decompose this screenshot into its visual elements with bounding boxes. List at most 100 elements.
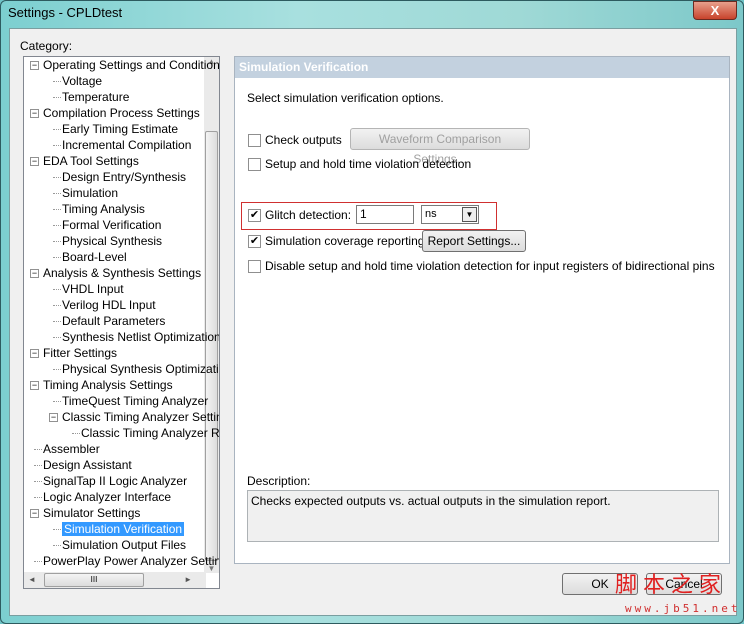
tree-item[interactable]: Timing Analysis Settings xyxy=(43,377,173,393)
tree-item[interactable]: Design Entry/Synthesis xyxy=(62,169,186,185)
report-settings-button[interactable]: Report Settings... xyxy=(422,230,526,252)
tree-item[interactable]: Classic Timing Analyzer Settings xyxy=(62,409,220,425)
tree-connector xyxy=(53,209,61,210)
intro-text: Select simulation verification options. xyxy=(247,91,444,105)
tree-item[interactable]: Classic Timing Analyzer Reports xyxy=(81,425,220,441)
tree-item[interactable]: Verilog HDL Input xyxy=(62,297,156,313)
tree-item[interactable]: Simulation Verification xyxy=(62,521,185,537)
watermark-logo: 脚本之家 xyxy=(615,573,728,598)
tree-item[interactable]: SignalTap II Logic Analyzer xyxy=(43,473,187,489)
tree-item-label: VHDL Input xyxy=(62,282,124,296)
tree-item-label: Logic Analyzer Interface xyxy=(43,490,172,504)
coverage-label: Simulation coverage reporting xyxy=(265,234,425,248)
tree-item[interactable]: TimeQuest Timing Analyzer xyxy=(62,393,208,409)
tree-item-label: Operating Settings and Conditions xyxy=(43,58,220,72)
tree-item[interactable]: Analysis & Synthesis Settings xyxy=(43,265,201,281)
disable-bidir-label: Disable setup and hold time violation de… xyxy=(265,259,715,273)
tree-connector xyxy=(53,321,61,322)
tree-item-label: Physical Synthesis Optimizations xyxy=(62,362,219,376)
close-button[interactable]: X xyxy=(693,1,737,20)
tree-item[interactable]: Early Timing Estimate xyxy=(62,121,178,137)
tree-item[interactable]: Voltage xyxy=(62,73,102,89)
tree-item-label: Compilation Process Settings xyxy=(43,106,200,120)
tree-item[interactable]: Fitter Settings xyxy=(43,345,117,361)
tree-item[interactable]: Design Assistant xyxy=(43,457,132,473)
vertical-scrollbar[interactable]: ▲ ▼ xyxy=(204,57,219,573)
check-outputs-label: Check outputs xyxy=(265,133,342,147)
collapse-icon[interactable]: − xyxy=(30,157,39,166)
check-outputs-checkbox[interactable] xyxy=(248,134,261,147)
tree-item[interactable]: Operating Settings and Conditions xyxy=(43,57,220,73)
collapse-icon[interactable]: − xyxy=(30,509,39,518)
glitch-unit-value: ns xyxy=(425,208,437,220)
tree-item[interactable]: Board-Level xyxy=(62,249,127,265)
tree-item[interactable]: Physical Synthesis xyxy=(62,233,162,249)
tree-item-label: EDA Tool Settings xyxy=(43,154,139,168)
tree-item-label: Simulation Verification xyxy=(62,522,185,536)
tree-item-label: SignalTap II Logic Analyzer xyxy=(43,474,188,488)
tree-item-label: Design Assistant xyxy=(43,458,132,472)
coverage-checkbox[interactable]: ✔ xyxy=(248,235,261,248)
tree-item-label: Verilog HDL Input xyxy=(62,298,156,312)
glitch-checkbox[interactable]: ✔ xyxy=(248,209,261,222)
tree-item[interactable]: Simulation xyxy=(62,185,118,201)
waveform-comparison-button[interactable]: Waveform Comparison Settings... xyxy=(350,128,530,166)
collapse-icon[interactable]: − xyxy=(30,349,39,358)
watermark-url: www.jb51.net xyxy=(625,602,741,615)
scroll-right-arrow[interactable]: ► xyxy=(184,572,192,588)
collapse-icon[interactable]: − xyxy=(30,269,39,278)
tree-item[interactable]: VHDL Input xyxy=(62,281,124,297)
tree-item-label: TimeQuest Timing Analyzer xyxy=(62,394,209,408)
scroll-thumb[interactable] xyxy=(205,131,218,561)
disable-bidir-checkbox[interactable] xyxy=(248,260,261,273)
tree-connector xyxy=(53,545,61,546)
category-tree[interactable]: ▲ ▼ ◄ III ► − Operating Settings and Cond… xyxy=(23,56,220,589)
glitch-value-input[interactable]: 1 xyxy=(356,205,414,224)
collapse-icon[interactable]: − xyxy=(49,413,58,422)
glitch-unit-select[interactable]: ns ▼ xyxy=(421,205,479,224)
tree-item[interactable]: Compilation Process Settings xyxy=(43,105,200,121)
tree-item[interactable]: Physical Synthesis Optimizations xyxy=(62,361,219,377)
tree-item-label: Early Timing Estimate xyxy=(62,122,179,136)
tree-connector xyxy=(34,561,42,562)
collapse-icon[interactable]: − xyxy=(30,109,39,118)
collapse-icon[interactable]: − xyxy=(30,61,39,70)
tree-item[interactable]: Temperature xyxy=(62,89,129,105)
tree-item[interactable]: Simulation Output Files xyxy=(62,537,186,553)
tree-connector xyxy=(72,433,80,434)
hscroll-thumb[interactable]: III xyxy=(44,573,144,587)
tree-item[interactable]: Formal Verification xyxy=(62,217,161,233)
tree-item-label: Synthesis Netlist Optimizations xyxy=(62,330,220,344)
tree-item-label: Classic Timing Analyzer Reports xyxy=(81,426,220,440)
description-box: Checks expected outputs vs. actual outpu… xyxy=(247,490,719,542)
tree-item[interactable]: Simulator Settings xyxy=(43,505,140,521)
tree-connector xyxy=(53,369,61,370)
tree-item-label: Classic Timing Analyzer Settings xyxy=(62,410,220,424)
tree-item[interactable]: Synthesis Netlist Optimizations xyxy=(62,329,220,345)
description-label: Description: xyxy=(247,474,311,488)
tree-item[interactable]: Timing Analysis xyxy=(62,201,145,217)
tree-item[interactable]: EDA Tool Settings xyxy=(43,153,139,169)
tree-connector xyxy=(53,257,61,258)
tree-connector xyxy=(53,81,61,82)
tree-item[interactable]: Assembler xyxy=(43,441,100,457)
tree-item[interactable]: Default Parameters xyxy=(62,313,165,329)
chevron-down-icon[interactable]: ▼ xyxy=(462,207,477,222)
tree-item-label: PowerPlay Power Analyzer Settings xyxy=(43,554,220,568)
tree-connector xyxy=(53,97,61,98)
settings-window: Settings - CPLDtest X Category: ▲ ▼ ◄ II… xyxy=(0,0,744,624)
horizontal-scrollbar[interactable]: ◄ III ► xyxy=(24,572,206,588)
tree-connector xyxy=(34,449,42,450)
window-title: Settings - CPLDtest xyxy=(8,5,123,20)
tree-item-label: Timing Analysis Settings xyxy=(43,378,173,392)
tree-item-label: Temperature xyxy=(62,90,130,104)
tree-item[interactable]: Incremental Compilation xyxy=(62,137,191,153)
tree-item[interactable]: PowerPlay Power Analyzer Settings xyxy=(43,553,220,569)
tree-item[interactable]: Logic Analyzer Interface xyxy=(43,489,171,505)
tree-connector xyxy=(53,177,61,178)
tree-connector xyxy=(53,529,61,530)
setup-hold-checkbox[interactable] xyxy=(248,158,261,171)
scroll-left-arrow[interactable]: ◄ xyxy=(28,572,36,588)
collapse-icon[interactable]: − xyxy=(30,381,39,390)
panel-title: Simulation Verification xyxy=(235,57,729,78)
